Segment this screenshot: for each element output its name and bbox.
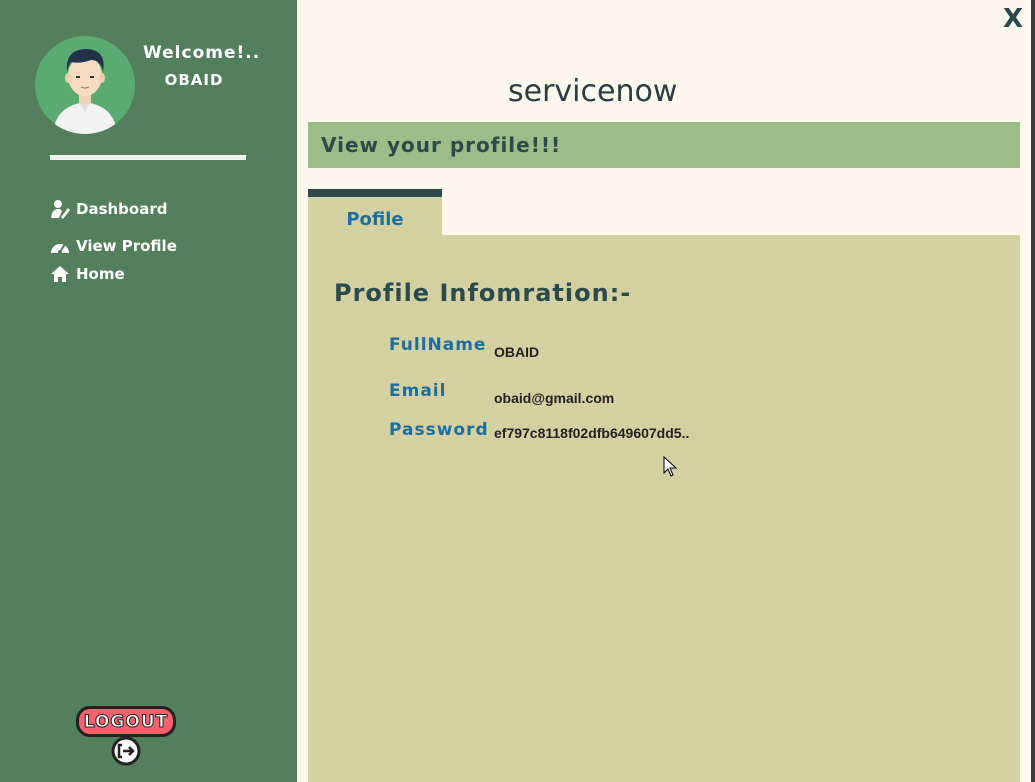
tab-label: Pofile xyxy=(346,209,404,230)
logout-label: LOGOUT xyxy=(83,711,169,732)
tab-profile[interactable]: Pofile xyxy=(308,189,442,236)
logout-icon xyxy=(111,736,141,766)
email-label: Email xyxy=(389,381,447,401)
sidebar-item-home[interactable]: Home xyxy=(50,264,125,284)
user-avatar-icon xyxy=(53,49,117,134)
sidebar-item-label: Home xyxy=(76,265,125,283)
page-banner: View your profile!!! xyxy=(308,122,1020,168)
fullname-value: OBAID xyxy=(494,344,540,360)
password-value: ef797c8118f02dfb649607dd5.. xyxy=(494,425,690,441)
avatar xyxy=(35,36,135,134)
fullname-label: FullName xyxy=(389,335,487,355)
username-label: OBAID xyxy=(164,71,224,89)
sidebar-item-label: Dashboard xyxy=(76,200,168,218)
logout-pill: LOGOUT xyxy=(76,706,176,737)
logout-button[interactable]: LOGOUT xyxy=(76,706,176,766)
sidebar: Welcome!.. OBAID Dashboard View Profile xyxy=(0,0,297,782)
dashboard-gauge-icon xyxy=(50,236,72,256)
email-value: obaid@gmail.com xyxy=(494,390,615,406)
servicenow-logo: servicenow xyxy=(508,74,677,108)
window-edge xyxy=(1031,0,1035,782)
sidebar-item-view-profile[interactable]: View Profile xyxy=(50,236,177,256)
password-label: Password xyxy=(389,420,489,440)
sidebar-divider xyxy=(50,155,246,160)
user-edit-icon xyxy=(50,199,72,219)
sidebar-item-label: View Profile xyxy=(76,237,177,255)
brand-text: servicenow xyxy=(508,74,677,108)
home-icon xyxy=(50,264,72,284)
mouse-cursor-icon xyxy=(663,456,678,477)
profile-title: Profile Infomration:- xyxy=(334,279,632,307)
profile-panel: Profile Infomration:- FullName OBAID Ema… xyxy=(308,235,1020,782)
close-button[interactable]: X xyxy=(999,4,1027,38)
banner-title: View your profile!!! xyxy=(321,133,562,157)
sidebar-item-dashboard[interactable]: Dashboard xyxy=(50,199,167,219)
welcome-text: Welcome!.. xyxy=(143,43,261,63)
